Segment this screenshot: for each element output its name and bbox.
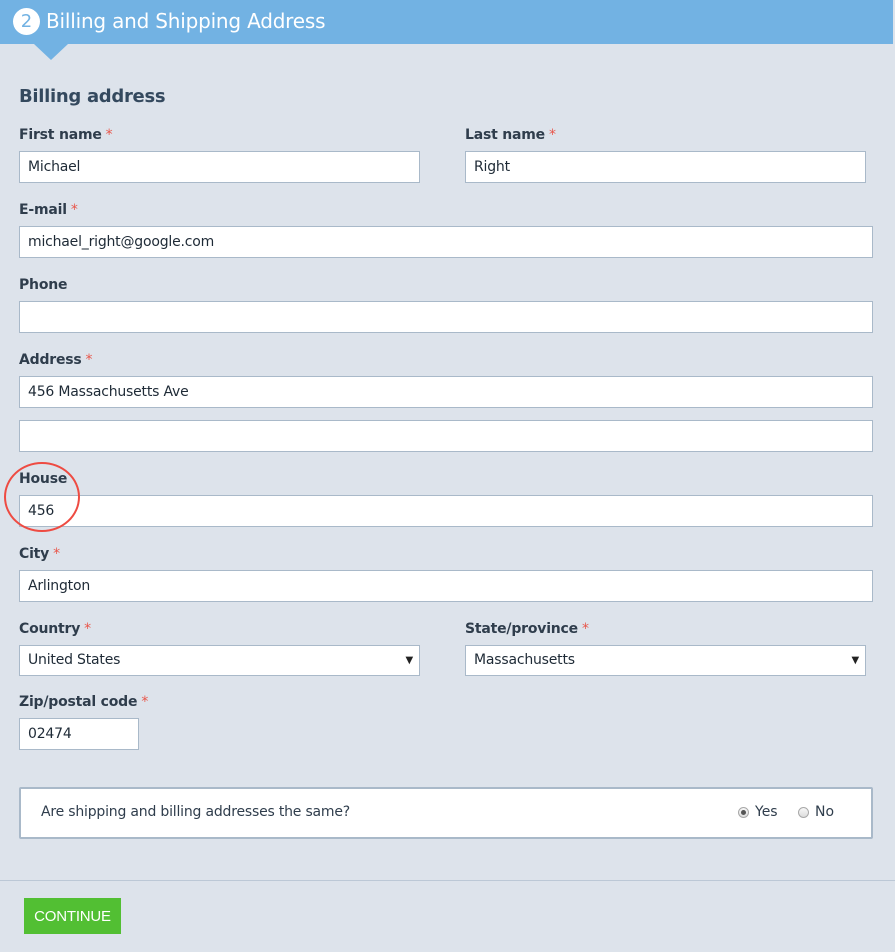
- city-input[interactable]: Arlington: [19, 570, 873, 602]
- chevron-down-icon: ▼: [405, 655, 414, 666]
- email-label: E-mail *: [19, 202, 78, 218]
- radio-yes-indicator[interactable]: [738, 806, 749, 818]
- first-name-input[interactable]: Michael: [19, 151, 420, 183]
- same-address-panel: Are shipping and billing addresses the s…: [19, 787, 873, 839]
- phone-label: Phone: [19, 277, 68, 293]
- footer-divider: [0, 880, 895, 881]
- required-marker: *: [141, 694, 149, 710]
- address-label: Address *: [19, 352, 93, 368]
- first-name-label: First name *: [19, 127, 113, 143]
- address-line2-input[interactable]: [19, 420, 873, 452]
- required-marker: *: [53, 546, 60, 562]
- country-select-value: United States: [28, 652, 121, 668]
- same-address-question: Are shipping and billing addresses the s…: [41, 804, 351, 820]
- required-marker: *: [84, 621, 91, 637]
- required-marker: *: [548, 127, 556, 143]
- city-label: City *: [19, 546, 60, 562]
- last-name-input[interactable]: Right: [465, 151, 866, 183]
- step-number-badge: 2: [13, 8, 40, 35]
- chevron-down-icon: ▼: [851, 655, 860, 666]
- last-name-label: Last name *: [465, 127, 556, 143]
- step-title: Billing and Shipping Address: [46, 9, 326, 33]
- step-header: 2 Billing and Shipping Address: [0, 0, 893, 44]
- annotation-highlight-circle: [4, 462, 80, 532]
- state-label: State/province *: [465, 621, 589, 637]
- required-marker: *: [85, 352, 93, 368]
- phone-input[interactable]: [19, 301, 873, 333]
- radio-yes-label: Yes: [755, 804, 778, 820]
- header-pointer: [34, 44, 68, 60]
- country-label: Country *: [19, 621, 91, 637]
- continue-button[interactable]: CONTINUE: [24, 898, 121, 934]
- email-input[interactable]: michael_right@google.com: [19, 226, 873, 258]
- address-line1-input[interactable]: 456 Massachusetts Ave: [19, 376, 873, 408]
- country-select[interactable]: United States ▼: [19, 645, 420, 676]
- state-select-value: Massachusetts: [474, 652, 575, 668]
- section-title: Billing address: [19, 86, 166, 107]
- radio-no-label: No: [815, 804, 835, 820]
- required-marker: *: [105, 127, 113, 143]
- required-marker: *: [70, 202, 78, 218]
- radio-no-indicator[interactable]: [798, 806, 809, 818]
- radio-yes[interactable]: Yes: [738, 804, 778, 820]
- radio-no[interactable]: No: [798, 804, 834, 820]
- state-select[interactable]: Massachusetts ▼: [465, 645, 866, 676]
- zip-label: Zip/postal code *: [19, 694, 149, 710]
- house-input[interactable]: 456: [19, 495, 873, 527]
- required-marker: *: [581, 621, 589, 637]
- zip-input[interactable]: 02474: [19, 718, 139, 750]
